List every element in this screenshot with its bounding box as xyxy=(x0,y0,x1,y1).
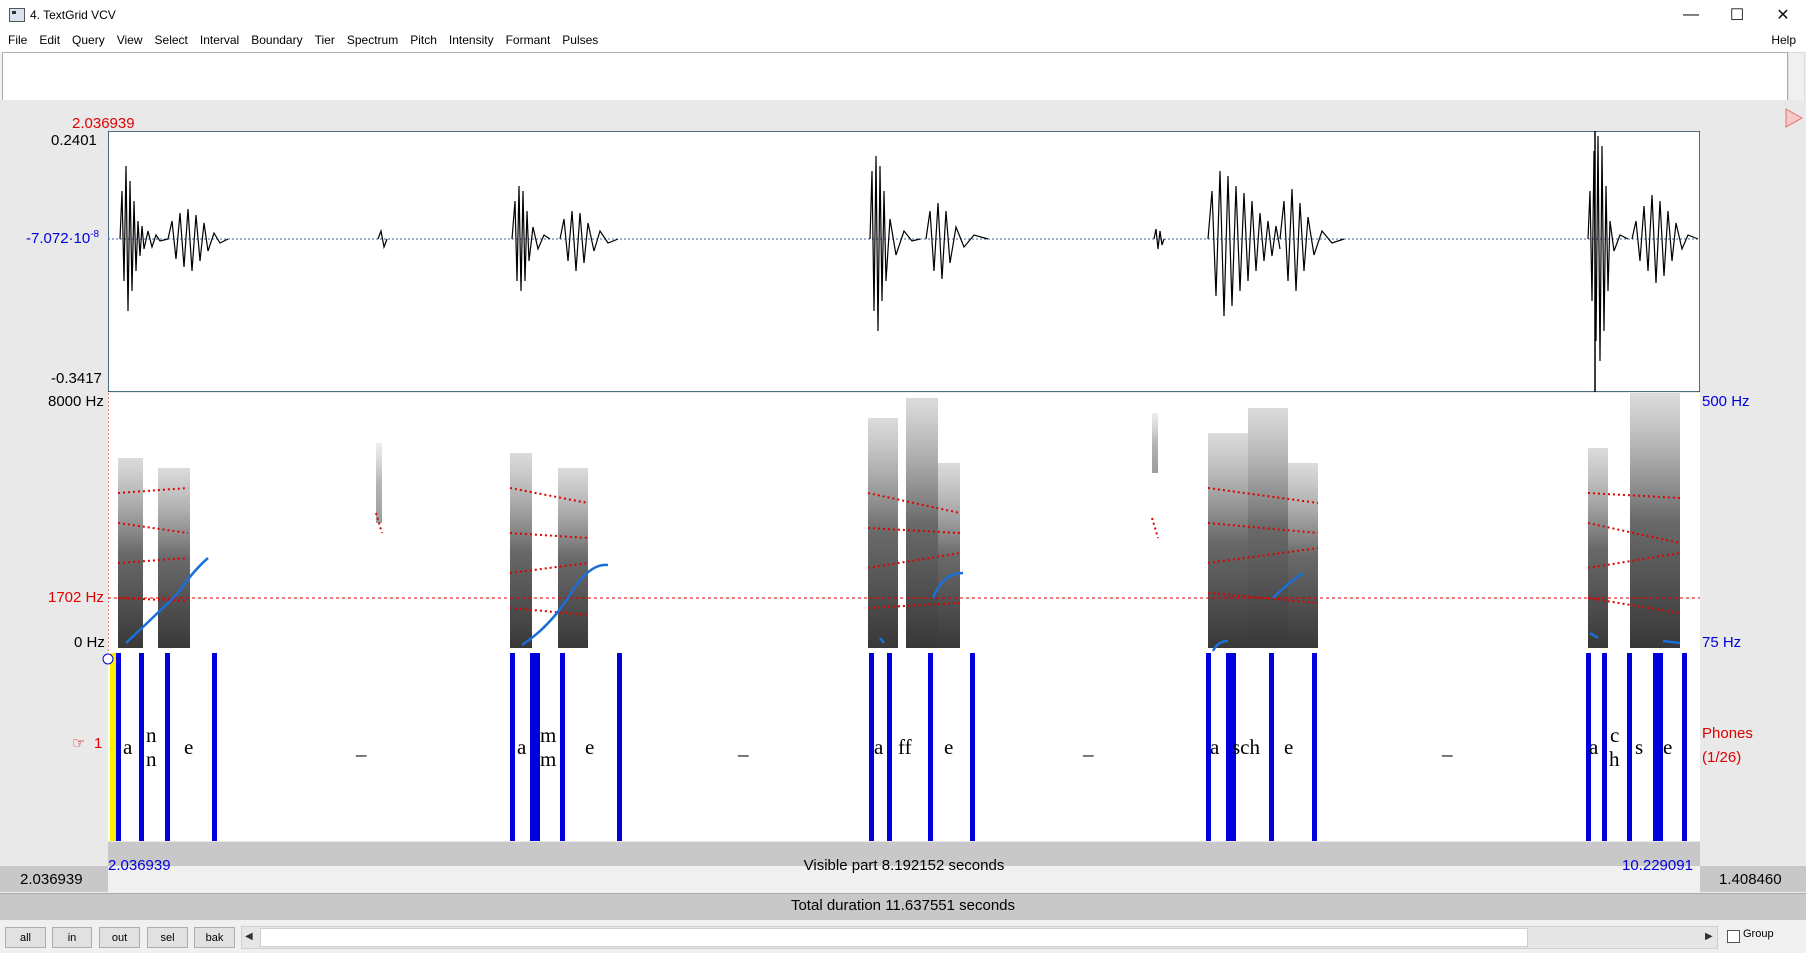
window-title: 4. TextGrid VCV xyxy=(30,8,116,22)
interval-label: _ xyxy=(738,735,749,759)
group-label: Group xyxy=(1743,928,1774,940)
scroll-right-icon[interactable]: ▶ xyxy=(1705,931,1713,942)
waveform-mid-value: -7.072·10 xyxy=(26,230,91,247)
interval-label: e xyxy=(1284,735,1294,759)
pitch-max-label: 500 Hz xyxy=(1702,393,1750,410)
scrollbar-thumb[interactable] xyxy=(260,928,1528,947)
zoom-back-button[interactable]: bak xyxy=(194,927,235,948)
interval-label: m xyxy=(540,747,557,771)
play-triangle-icon[interactable] xyxy=(1784,107,1804,129)
menu-edit[interactable]: Edit xyxy=(33,33,66,47)
interval-label: n xyxy=(146,723,157,747)
spectrogram-panel[interactable] xyxy=(108,393,1700,653)
visible-part-label: Visible part 8.192152 seconds xyxy=(803,857,1005,874)
menu-spectrum[interactable]: Spectrum xyxy=(341,33,404,47)
menu-view[interactable]: View xyxy=(111,33,149,47)
spectrogram-max-label: 8000 Hz xyxy=(48,393,104,410)
left-outside-label: 2.036939 xyxy=(20,871,83,888)
waveform-max-label: 0.2401 xyxy=(51,132,97,149)
waveform-mid-label: -7.072·10-8 xyxy=(26,229,99,247)
waveform-min-label: -0.3417 xyxy=(51,370,102,387)
zoom-in-button[interactable]: in xyxy=(52,927,92,948)
interval-label: a xyxy=(123,735,133,759)
interval-label: h xyxy=(1609,747,1620,771)
interval-label: e xyxy=(944,735,954,759)
visible-end-label: 10.229091 xyxy=(1622,857,1693,874)
interval-label: n xyxy=(146,747,157,771)
spectrogram-min-label: 0 Hz xyxy=(74,634,105,651)
tier-number[interactable]: 1 xyxy=(94,735,102,752)
interval-label: _ xyxy=(1442,735,1453,759)
tier-pointer-icon: ☞ xyxy=(72,735,86,752)
cursor-time-label: 2.036939 xyxy=(72,115,135,132)
interval-label: a xyxy=(1589,735,1599,759)
interval-label: e xyxy=(184,735,194,759)
interval-label: a xyxy=(874,735,884,759)
interval-label: a xyxy=(517,735,527,759)
interval-label: _ xyxy=(356,735,367,759)
menu-formant[interactable]: Formant xyxy=(500,33,557,47)
scroll-left-icon[interactable]: ◀ xyxy=(245,931,253,942)
spectrogram-cursor-freq-label: 1702 Hz xyxy=(48,589,104,606)
close-button[interactable]: ✕ xyxy=(1760,0,1806,30)
menu-tier[interactable]: Tier xyxy=(309,33,341,47)
menu-pulses[interactable]: Pulses xyxy=(556,33,604,47)
menu-list: File Edit Query View Select Interval Bou… xyxy=(2,33,604,47)
text-field-scrollbar[interactable] xyxy=(1788,52,1805,102)
menu-intensity[interactable]: Intensity xyxy=(443,33,500,47)
interval-label: m xyxy=(540,723,557,747)
right-outside-label: 1.408460 xyxy=(1719,871,1782,888)
interval-text-field[interactable] xyxy=(2,52,1788,101)
zoom-out-button[interactable]: out xyxy=(99,927,140,948)
interval-label: e xyxy=(585,735,595,759)
group-checkbox[interactable] xyxy=(1727,930,1740,943)
tier-labels: a n n e _ a m m e _ a ff e _ a sch e _ a… xyxy=(108,653,1700,841)
tier-name: Phones xyxy=(1702,725,1753,742)
minimize-button[interactable]: — xyxy=(1668,0,1714,30)
tier-count: (1/26) xyxy=(1702,749,1742,766)
title-bar xyxy=(0,0,1806,30)
interval-label: s xyxy=(1635,735,1644,759)
menu-bar: File Edit Query View Select Interval Bou… xyxy=(0,30,1806,52)
interval-label: e xyxy=(1663,735,1673,759)
interval-label: c xyxy=(1610,723,1620,747)
maximize-button[interactable]: ☐ xyxy=(1714,0,1760,30)
menu-boundary[interactable]: Boundary xyxy=(245,33,308,47)
zoom-selection-button[interactable]: sel xyxy=(147,927,188,948)
menu-interval[interactable]: Interval xyxy=(194,33,245,47)
menu-pitch[interactable]: Pitch xyxy=(404,33,443,47)
menu-select[interactable]: Select xyxy=(149,33,194,47)
interval-label: a xyxy=(1210,735,1220,759)
interval-label: ff xyxy=(898,735,912,759)
interval-label: _ xyxy=(1083,735,1094,759)
interval-label: sch xyxy=(1232,735,1260,759)
menu-query[interactable]: Query xyxy=(66,33,111,47)
cursor-handle-icon[interactable] xyxy=(101,653,115,667)
waveform-mid-exponent: -8 xyxy=(90,229,100,240)
menu-help[interactable]: Help xyxy=(1771,33,1796,47)
waveform-panel[interactable] xyxy=(108,131,1700,392)
total-duration-label: Total duration 11.637551 seconds xyxy=(790,897,1016,914)
pitch-min-label: 75 Hz xyxy=(1702,634,1742,651)
menu-file[interactable]: File xyxy=(2,33,33,47)
zoom-all-button[interactable]: all xyxy=(5,927,46,948)
app-icon xyxy=(9,8,25,22)
